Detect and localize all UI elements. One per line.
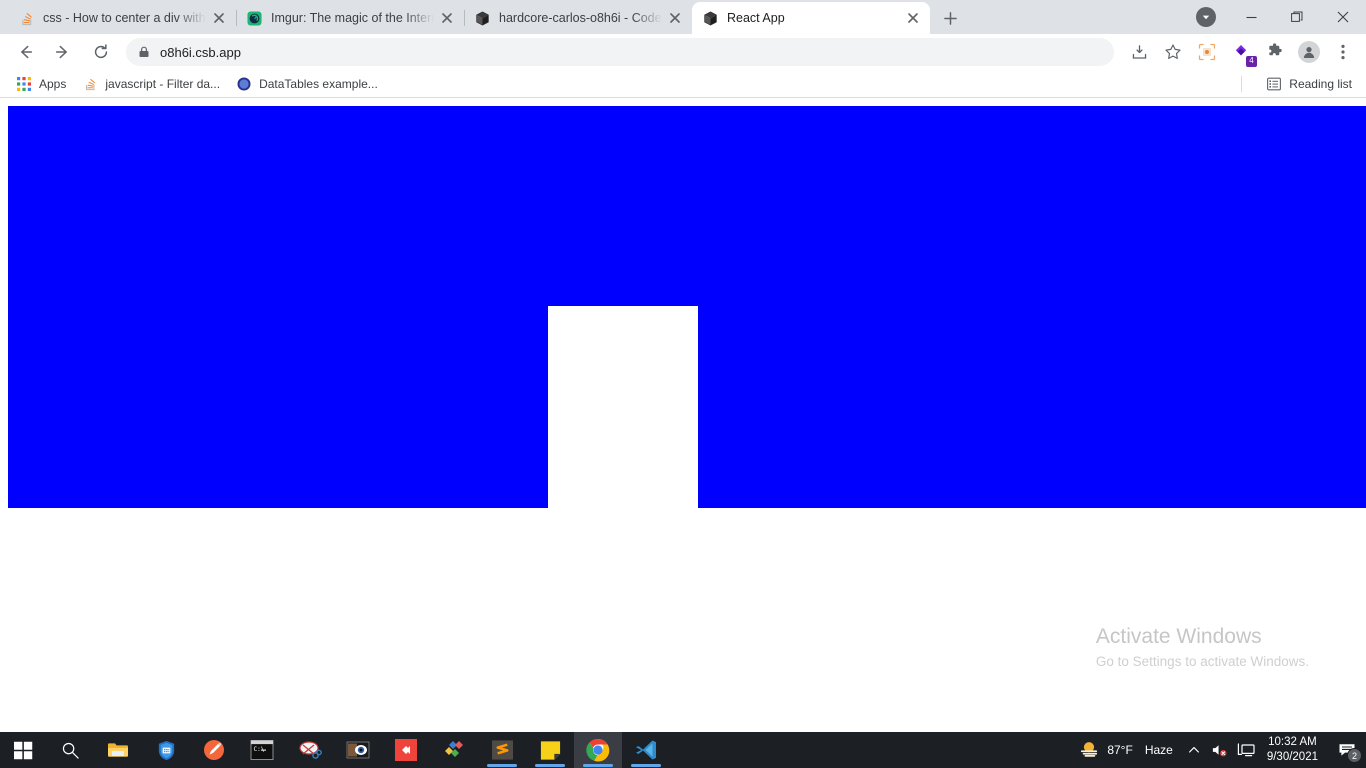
update-available-icon[interactable]: [1196, 7, 1216, 27]
bookmark-label: DataTables example...: [259, 76, 378, 91]
show-hidden-icons-chevron-up-icon[interactable]: [1181, 732, 1207, 768]
codesandbox-icon: [474, 10, 490, 26]
running-indicator: [583, 764, 613, 767]
taskbar-visual-studio-code[interactable]: [622, 732, 670, 768]
close-button[interactable]: [1320, 0, 1366, 34]
taskbar-file-explorer[interactable]: [94, 732, 142, 768]
search-icon[interactable]: [46, 732, 94, 768]
start-button-icon[interactable]: [0, 732, 46, 768]
notification-badge: 2: [1347, 748, 1362, 763]
taskbar-windows-security[interactable]: [142, 732, 190, 768]
new-tab-button[interactable]: [936, 4, 964, 32]
chrome-menu-icon[interactable]: [1329, 38, 1357, 66]
notification-center-button[interactable]: 2: [1328, 732, 1366, 768]
svg-text:C:\: C:\: [254, 746, 265, 753]
activate-windows-title: Activate Windows: [1095, 625, 1262, 648]
back-button[interactable]: [9, 36, 41, 68]
profile-avatar[interactable]: [1295, 38, 1323, 66]
weather-condition: Haze: [1144, 743, 1173, 757]
clock-date: 9/30/2021: [1266, 751, 1318, 763]
address-bar[interactable]: o8h6i.csb.app: [126, 38, 1114, 66]
tab-title: hardcore-carlos-o8h6i - CodeSan: [499, 11, 662, 25]
grammarly-extension-icon[interactable]: 4: [1227, 38, 1257, 67]
bookmark-apps[interactable]: Apps: [8, 73, 74, 95]
bookmark-label: javascript - Filter da...: [105, 76, 221, 91]
maximize-button[interactable]: [1274, 0, 1320, 34]
tab-react-app[interactable]: React App: [692, 2, 930, 34]
taskbar-color-diamond-app[interactable]: [430, 732, 478, 768]
stackoverflow-icon: [82, 76, 98, 92]
tab-title: Imgur: The magic of the Internet: [271, 11, 434, 25]
divider: [1241, 75, 1242, 92]
bookmarks-bar: Apps javascript - Filter da... DataTable…: [0, 70, 1366, 98]
avatar: [1298, 41, 1320, 63]
close-icon[interactable]: [438, 9, 456, 27]
bookmark-javascript-filter[interactable]: javascript - Filter da...: [74, 73, 228, 95]
tab-title: css - How to center a div within a: [43, 11, 206, 25]
tab-imgur[interactable]: Imgur: The magic of the Internet: [236, 2, 464, 34]
extension-badge: 4: [1246, 56, 1257, 67]
taskbar-google-chrome[interactable]: [574, 732, 622, 768]
capture-icon[interactable]: [1193, 38, 1221, 66]
taskbar-sublime-text[interactable]: [478, 732, 526, 768]
close-icon[interactable]: [210, 9, 228, 27]
taskbar-snipping-tool[interactable]: [286, 732, 334, 768]
codesandbox-icon: [702, 10, 718, 26]
taskbar-photo-viewer[interactable]: [334, 732, 382, 768]
weather-icon: [1079, 739, 1099, 762]
running-indicator: [487, 764, 517, 767]
bookmark-datatables[interactable]: DataTables example...: [228, 73, 386, 95]
running-indicator: [535, 764, 565, 767]
minimize-button[interactable]: [1228, 0, 1274, 34]
clock[interactable]: 10:32 AM 9/30/2021: [1259, 735, 1328, 765]
taskbar-paint-3d[interactable]: [190, 732, 238, 768]
url-text: o8h6i.csb.app: [160, 44, 241, 60]
tab-stackoverflow[interactable]: css - How to center a div within a: [8, 2, 236, 34]
apps-grid-icon: [16, 76, 32, 92]
weather-widget[interactable]: 87°F Haze: [1075, 739, 1181, 762]
volume-muted-icon[interactable]: [1207, 732, 1233, 768]
chrome-browser-window: css - How to center a div within a Imgur…: [0, 0, 1366, 732]
reload-button[interactable]: [85, 36, 117, 68]
close-icon[interactable]: [666, 9, 684, 27]
close-icon[interactable]: [904, 9, 922, 27]
lock-icon[interactable]: [138, 46, 150, 58]
window-controls: [1196, 0, 1366, 34]
reading-list-icon: [1266, 76, 1282, 92]
forward-button[interactable]: [47, 36, 79, 68]
stackoverflow-icon: [18, 10, 34, 26]
datatables-icon: [236, 76, 252, 92]
reading-list-button[interactable]: Reading list: [1260, 73, 1358, 95]
extensions-puzzle-icon[interactable]: [1261, 38, 1289, 66]
white-centered-box: [548, 306, 698, 516]
running-indicator: [631, 764, 661, 767]
reading-list-label: Reading list: [1289, 76, 1352, 91]
taskbar-sticky-notes[interactable]: [526, 732, 574, 768]
tab-strip: css - How to center a div within a Imgur…: [0, 0, 1366, 34]
clock-time: 10:32 AM: [1268, 736, 1317, 748]
network-display-icon[interactable]: [1233, 732, 1259, 768]
system-tray: 87°F Haze 10:32 AM 9/30/2021 2: [1075, 732, 1366, 768]
imgur-icon: [246, 10, 262, 26]
page-viewport: Activate Windows Go to Settings to activ…: [0, 98, 1366, 732]
taskbar-command-prompt[interactable]: C:\: [238, 732, 286, 768]
activate-windows-watermark: Activate Windows Go to Settings to activ…: [1096, 624, 1309, 672]
tab-codesandbox[interactable]: hardcore-carlos-o8h6i - CodeSan: [464, 2, 692, 34]
bookmark-label: Apps: [39, 76, 67, 91]
blue-container: [8, 106, 1366, 516]
activate-windows-subtitle: Go to Settings to activate Windows.: [1095, 654, 1309, 669]
bookmark-star-icon[interactable]: [1159, 38, 1187, 66]
taskbar-anydesk[interactable]: [382, 732, 430, 768]
install-app-icon[interactable]: [1125, 38, 1153, 66]
weather-temperature: 87°F: [1107, 743, 1133, 757]
tab-title: React App: [727, 11, 785, 25]
browser-toolbar: o8h6i.csb.app 4: [0, 34, 1366, 70]
windows-taskbar: C:\ 87°F Haze 10:32 AM 9/30/2021 2: [0, 732, 1366, 768]
